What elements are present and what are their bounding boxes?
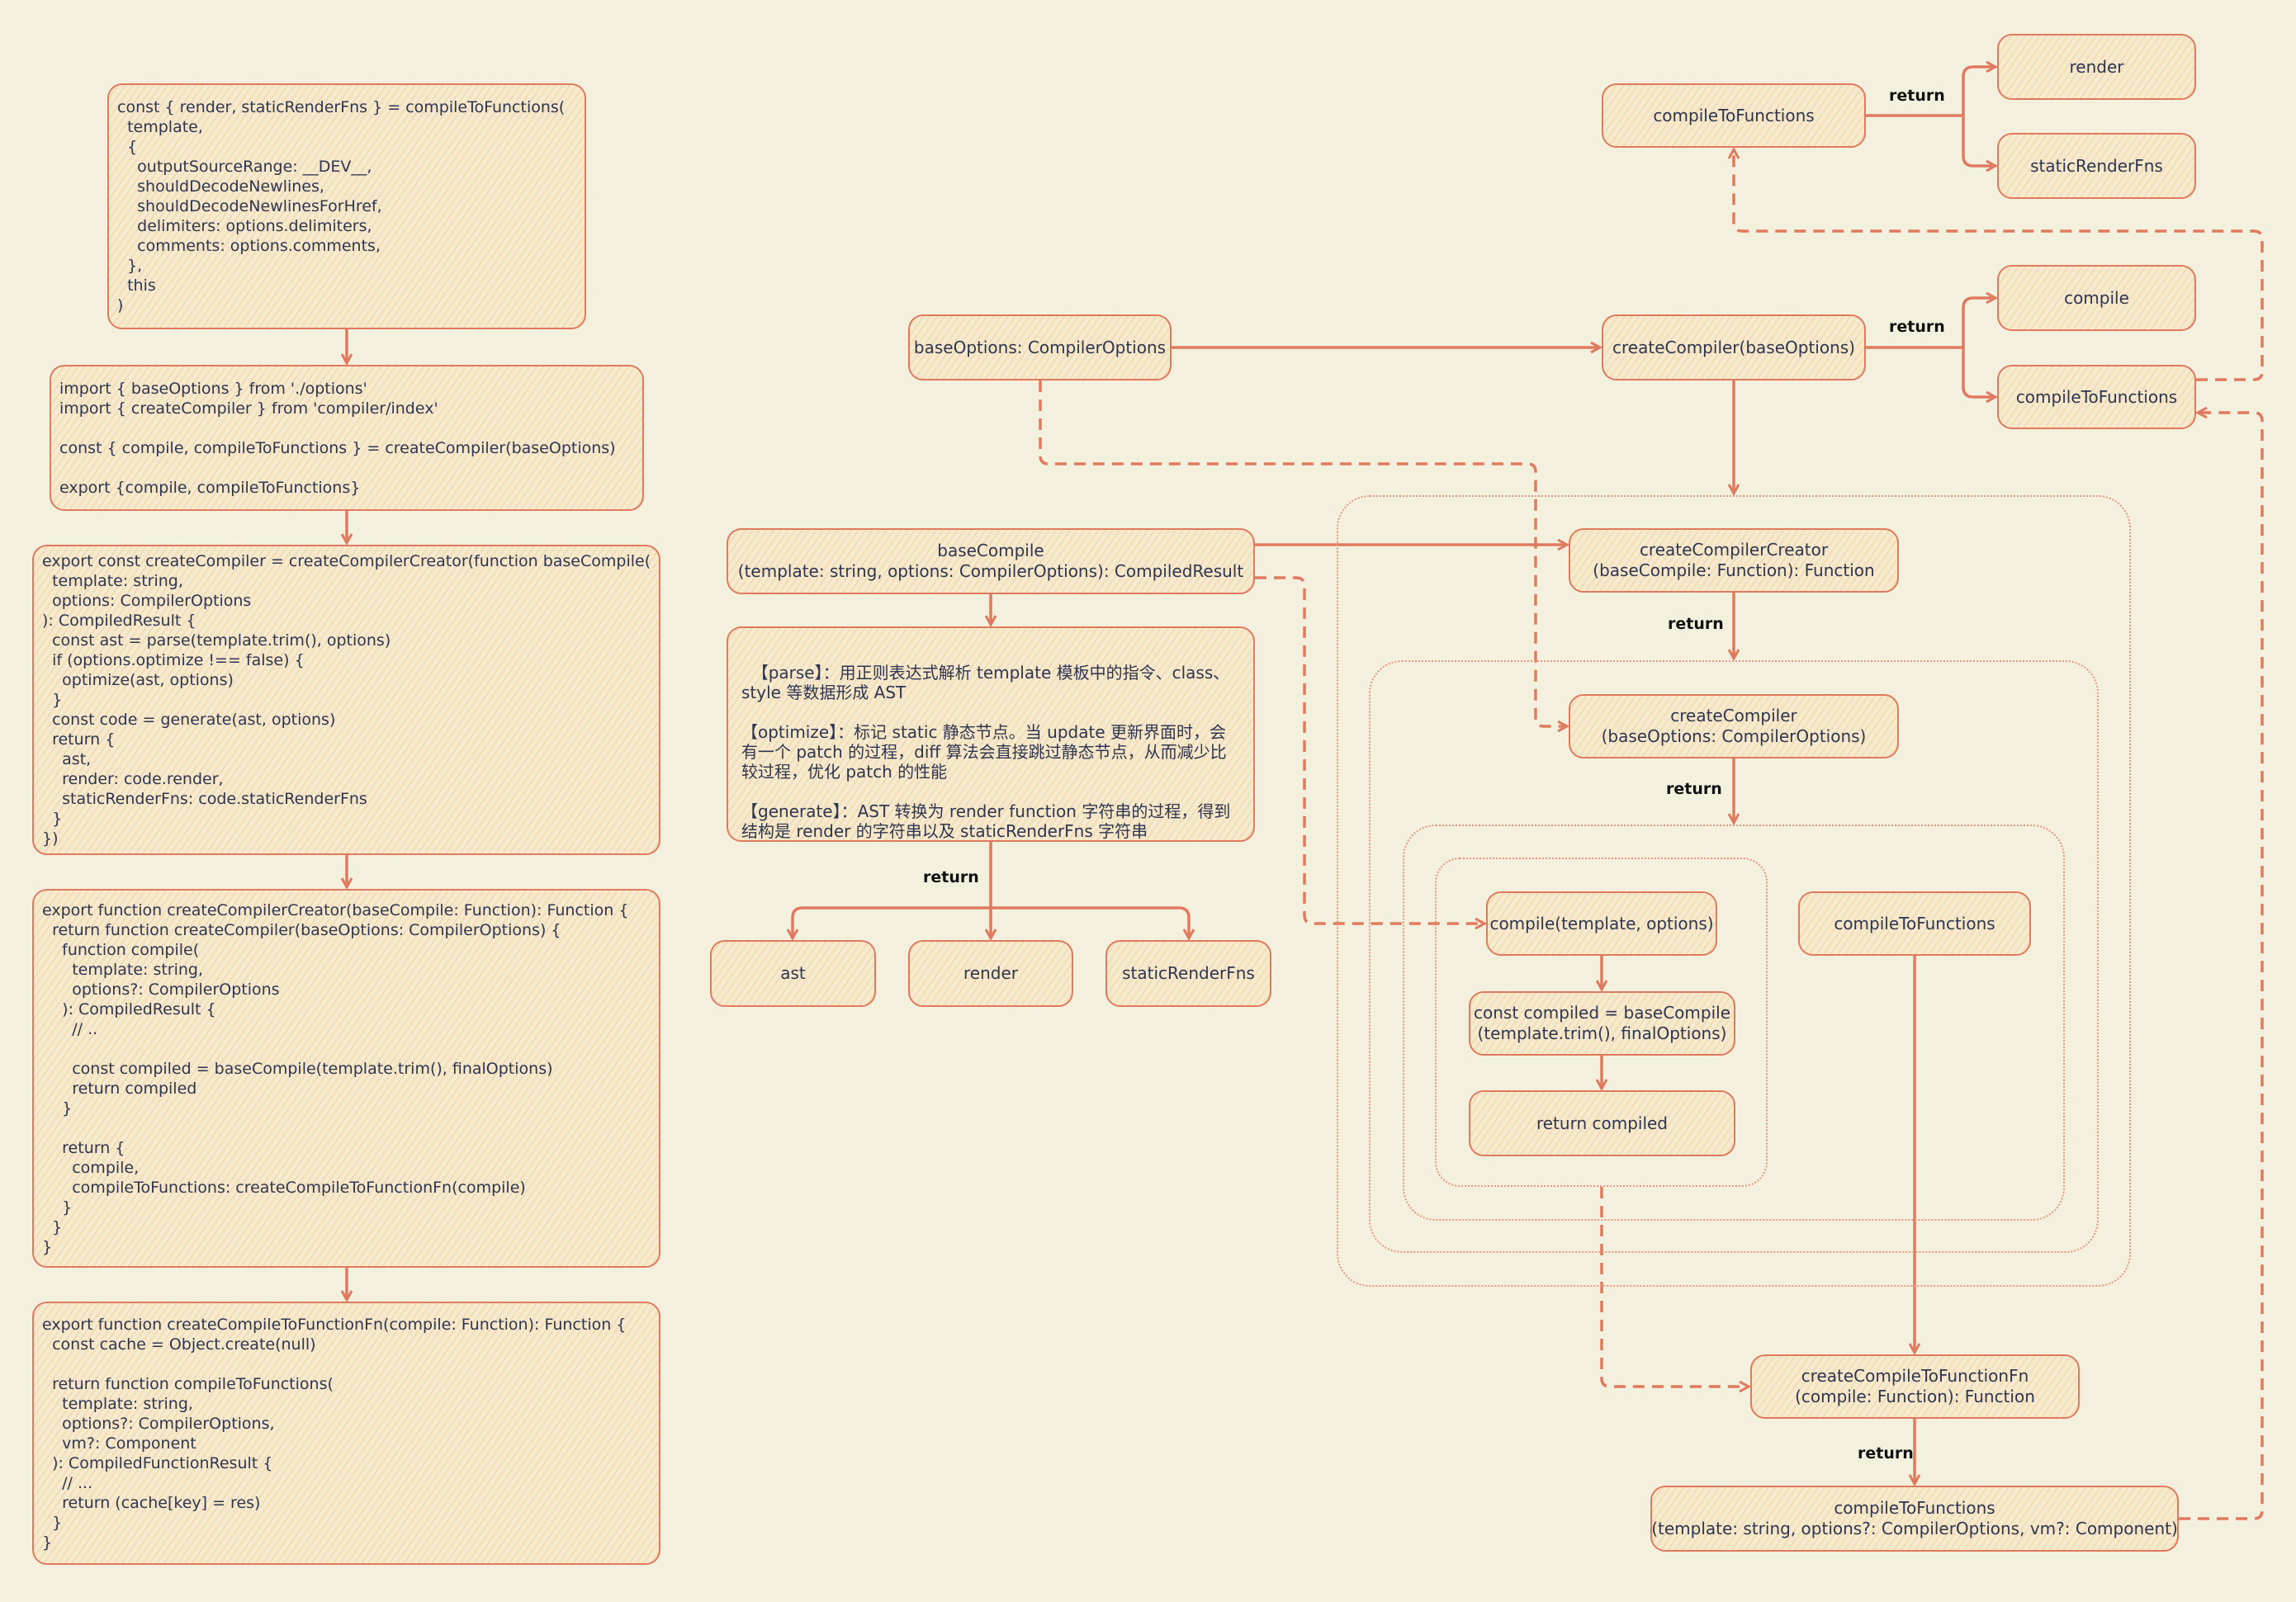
code-text: import { baseOptions } from './options' … [59,379,616,497]
code-compile-to-functions-call: const { render, staticRenderFns } = comp… [107,83,586,329]
node-compile-to-functions-signature[interactable]: compileToFunctions (template: string, op… [1650,1486,2179,1552]
return-label-create-compiler-call: return [1889,318,1945,336]
node-ast[interactable]: ast [710,940,876,1007]
node-compile-to-functions-right[interactable]: compileToFunctions [1997,365,2196,429]
node-compile-to-functions-inner[interactable]: compileToFunctions [1798,891,2031,956]
node-compile-phases-description: 【parse】：用正则表达式解析 template 模板中的指令、class、s… [727,626,1255,842]
code-create-compiler-creator: export function createCompilerCreator(ba… [32,889,660,1268]
node-label: render [963,963,1018,983]
node-label: compileToFunctions [2015,386,2178,407]
node-create-compiler[interactable]: createCompiler (baseOptions: CompilerOpt… [1569,694,1899,758]
arrow-to-static-top [1962,116,1995,166]
node-label: return compiled [1536,1113,1669,1133]
node-label: compileToFunctions [1834,913,1995,933]
node-label: compileToFunctions (template: string, op… [1651,1498,2178,1538]
code-text: export const createCompiler = createComp… [42,552,651,848]
node-label: createCompiler (baseOptions: CompilerOpt… [1601,706,1867,746]
node-label: baseCompile (template: string, options: … [737,541,1244,581]
node-label: compile [2064,287,2129,308]
node-static-render-fns-mid[interactable]: staticRenderFns [1105,940,1271,1007]
node-static-render-fns-top[interactable]: staticRenderFns [1997,133,2196,199]
code-compiler-index: import { baseOptions } from './options' … [50,365,644,511]
code-text: export function createCompileToFunctionF… [42,1315,627,1552]
node-label: baseOptions: CompilerOptions [913,337,1167,357]
dashed-ctf-bottom-to-right [2179,413,2264,1520]
description-text: 【parse】：用正则表达式解析 template 模板中的指令、class、s… [741,663,1231,841]
node-label: createCompilerCreator (baseCompile: Func… [1593,540,1875,580]
arrow-to-compile [1962,298,1995,347]
code-text: const { render, staticRenderFns } = comp… [117,98,566,314]
node-const-compiled[interactable]: const compiled = baseCompile (template.t… [1469,991,1735,1056]
node-base-compile[interactable]: baseCompile (template: string, options: … [727,528,1255,594]
arrow-to-static-mid [991,906,1189,938]
node-label: compile(template, options) [1489,913,1714,933]
node-label: render [2069,56,2124,77]
node-create-compiler-call[interactable]: createCompiler(baseOptions) [1602,314,1866,380]
return-label-cctff: return [1858,1444,1914,1463]
node-compile-fn[interactable]: compile(template, options) [1486,891,1717,956]
node-label: compileToFunctions [1653,105,1815,125]
node-render-mid[interactable]: render [908,940,1073,1007]
return-label-create-compiler: return [1666,780,1722,798]
node-compile-to-functions-top[interactable]: compileToFunctions [1602,83,1866,148]
code-create-compile-to-function-fn: export function createCompileToFunctionF… [32,1302,660,1565]
arrow-to-ctf-right [1962,347,1995,397]
node-label: ast [780,963,806,983]
arrow-to-ast [793,906,991,938]
return-label-top: return [1889,87,1945,105]
node-label: createCompiler(baseOptions) [1612,337,1855,357]
node-compile[interactable]: compile [1997,265,2196,331]
node-label: staticRenderFns [2030,155,2163,176]
return-label-creator: return [1668,615,1724,633]
node-render-top[interactable]: render [1997,34,2196,100]
code-create-compiler: export const createCompiler = createComp… [32,545,660,855]
return-label-basecompile: return [923,868,979,886]
node-return-compiled[interactable]: return compiled [1469,1090,1735,1156]
node-label: staticRenderFns [1122,963,1255,983]
node-create-compile-to-function-fn[interactable]: createCompileToFunctionFn (compile: Func… [1750,1354,2080,1419]
node-base-options[interactable]: baseOptions: CompilerOptions [908,314,1172,380]
node-label: createCompileToFunctionFn (compile: Func… [1795,1366,2035,1406]
code-text: export function createCompilerCreator(ba… [42,900,629,1256]
arrow-to-render-top [1962,67,1995,116]
node-create-compiler-creator[interactable]: createCompilerCreator (baseCompile: Func… [1569,528,1899,593]
node-label: const compiled = baseCompile (template.t… [1474,1003,1730,1043]
